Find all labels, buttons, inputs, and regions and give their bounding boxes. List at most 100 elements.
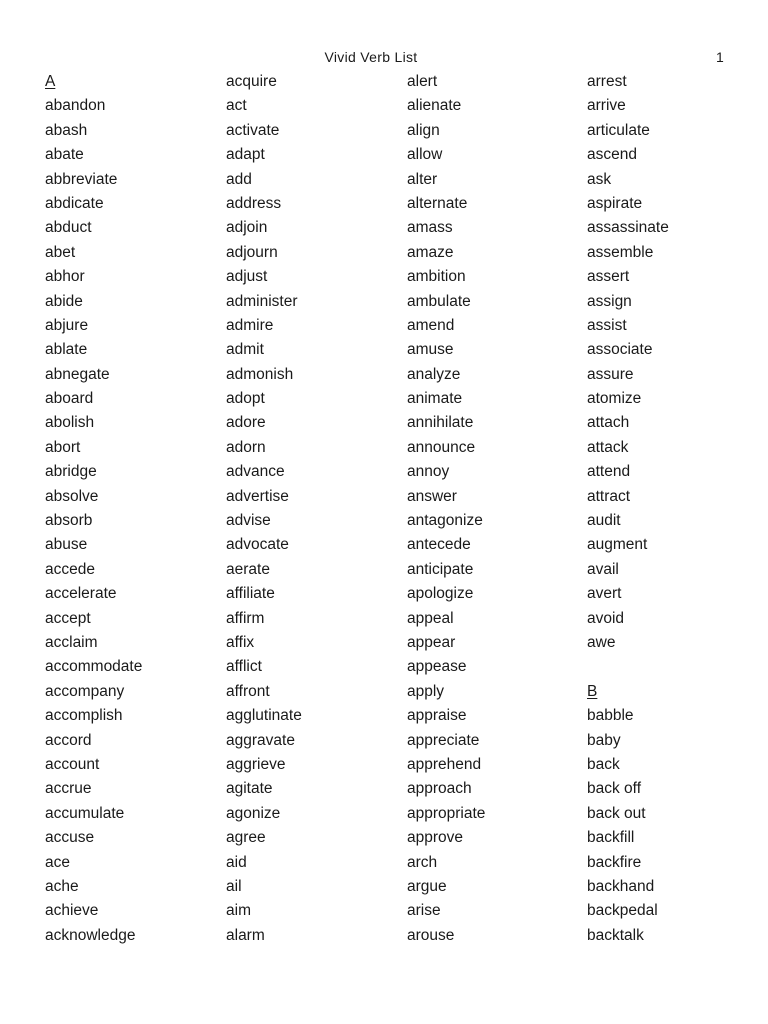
verb-entry: admire <box>226 316 274 334</box>
section-letter-heading: B <box>587 682 598 700</box>
verb-entry: absorb <box>45 512 93 530</box>
verb-entry: antagonize <box>407 512 483 530</box>
verb-entry: add <box>226 170 252 188</box>
verb-entry: backfill <box>587 829 635 847</box>
verb-entry: admonish <box>226 365 294 383</box>
verb-entry: accomplish <box>45 707 123 725</box>
verb-entry: annoy <box>407 463 450 481</box>
section-letter-heading: A <box>45 73 56 90</box>
verb-entry: affix <box>226 633 255 651</box>
verb-entry: amass <box>407 219 453 237</box>
verb-entry: apprehend <box>407 755 482 773</box>
verb-entry: agitate <box>226 780 273 798</box>
verb-entry: avail <box>587 560 619 578</box>
verb-entry: backhand <box>587 877 655 895</box>
verb-entry: announce <box>407 438 476 456</box>
verb-entry: affirm <box>226 609 265 627</box>
verb-entry: arouse <box>407 926 455 944</box>
word-column-3: alert alienate align allow alter alternate ama… <box>407 70 582 948</box>
verb-entry: acquire <box>226 73 277 90</box>
verb-entry: aid <box>226 853 247 871</box>
verb-entry: augment <box>587 536 648 554</box>
verb-entry: aspirate <box>587 194 643 212</box>
verb-entry: advise <box>226 512 271 530</box>
verb-entry: articulate <box>587 121 650 139</box>
verb-entry: ambition <box>407 268 466 286</box>
verb-entry: accede <box>45 560 95 578</box>
verb-entry: abide <box>45 292 83 310</box>
verb-entry: avert <box>587 585 622 603</box>
verb-entry: back <box>587 755 620 773</box>
verb-entry: attend <box>587 463 631 481</box>
verb-entry: amuse <box>407 341 454 359</box>
verb-entry: associate <box>587 341 653 359</box>
verb-entry: anticipate <box>407 560 474 578</box>
verb-entry: abash <box>45 121 88 139</box>
verb-entry: arise <box>407 902 441 920</box>
verb-entry: ablate <box>45 341 88 359</box>
verb-entry: adopt <box>226 390 265 408</box>
verb-entry: assassinate <box>587 219 669 237</box>
verb-entry: adjoin <box>226 219 268 237</box>
verb-entry: aim <box>226 902 251 920</box>
verb-entry: accompany <box>45 682 125 700</box>
verb-entry: attack <box>587 438 629 456</box>
verb-entry: attach <box>587 414 630 432</box>
verb-entry: assemble <box>587 243 654 261</box>
verb-entry: adapt <box>226 146 265 164</box>
verb-entry: analyze <box>407 365 461 383</box>
verb-entry: abate <box>45 146 84 164</box>
verb-entry: adjust <box>226 268 268 286</box>
verb-entry: advocate <box>226 536 289 554</box>
verb-entry: arrest <box>587 73 627 90</box>
verb-entry: aggrieve <box>226 755 286 773</box>
verb-entry: adjourn <box>226 243 278 261</box>
verb-entry: abandon <box>45 97 106 115</box>
verb-entry: appropriate <box>407 804 486 822</box>
verb-entry: avoid <box>587 609 625 627</box>
verb-entry: approach <box>407 780 472 798</box>
verb-entry: accept <box>45 609 91 627</box>
verb-entry: ambulate <box>407 292 471 310</box>
word-column-4: arrest arrive articulate ascend ask aspirate a… <box>587 70 762 948</box>
verb-entry: atomize <box>587 390 642 408</box>
word-column-2: acquire act activate adapt add address adjoin a… <box>226 70 401 948</box>
verb-entry: align <box>407 121 440 139</box>
verb-entry: alter <box>407 170 438 188</box>
verb-entry: apply <box>407 682 445 700</box>
verb-entry: back out <box>587 804 646 822</box>
verb-entry: adore <box>226 414 266 432</box>
verb-entry: agree <box>226 829 266 847</box>
verb-entry: apologize <box>407 585 474 603</box>
verb-entry: ace <box>45 853 70 871</box>
page-number: 1 <box>716 49 724 65</box>
verb-entry: arrive <box>587 97 626 115</box>
verb-entry: babble <box>587 707 634 725</box>
verb-entry: aboard <box>45 390 94 408</box>
verb-entry: abduct <box>45 219 92 237</box>
verb-entry: activate <box>226 121 280 139</box>
verb-entry: back off <box>587 780 642 798</box>
verb-entry: abdicate <box>45 194 104 212</box>
verb-entry: approve <box>407 829 464 847</box>
verb-entry: agglutinate <box>226 707 302 725</box>
word-column-1: Aabandon abash abate abbreviate abdicate abdu… <box>45 70 220 948</box>
verb-entry: annihilate <box>407 414 474 432</box>
verb-entry: afflict <box>226 658 262 676</box>
verb-entry: admit <box>226 341 264 359</box>
verb-entry: accord <box>45 731 92 749</box>
verb-entry: alarm <box>226 926 265 944</box>
verb-entry: backfire <box>587 853 642 871</box>
verb-entry: antecede <box>407 536 471 554</box>
verb-entry: accommodate <box>45 658 143 676</box>
verb-entry: address <box>226 194 282 212</box>
verb-entry: abolish <box>45 414 95 432</box>
document-title: Vivid Verb List <box>324 49 418 65</box>
verb-entry: appear <box>407 633 456 651</box>
verb-entry: amend <box>407 316 455 334</box>
verb-entry: answer <box>407 487 457 505</box>
verb-entry: alienate <box>407 97 462 115</box>
verb-entry: assure <box>587 365 634 383</box>
verb-entry: adorn <box>226 438 266 456</box>
verb-entry: abuse <box>45 536 88 554</box>
